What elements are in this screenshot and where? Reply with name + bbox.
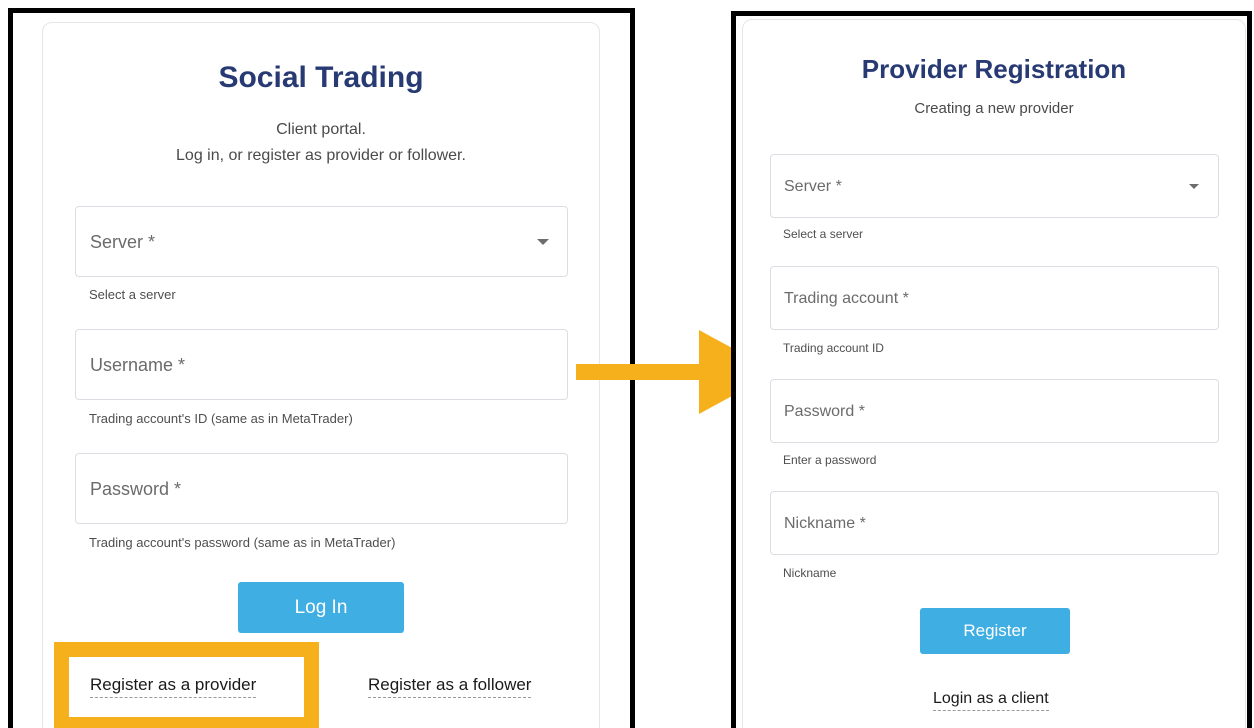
password-input[interactable]: Password * [75,453,568,524]
login-card: Social Trading Client portal. Log in, or… [42,22,600,728]
password-input-label: Password * [90,479,182,499]
subtitle-line-2: Log in, or register as provider or follo… [176,147,466,164]
registration-password-helper: Enter a password [783,453,877,467]
registration-card: Provider Registration Creating a new pro… [742,19,1246,728]
subtitle-line-1: Client portal. [276,121,366,138]
nickname-input[interactable]: Nickname * [770,491,1219,555]
server-select[interactable]: Server * [75,206,568,277]
registration-password-input[interactable]: Password * [770,379,1219,443]
server-select-label: Server * [90,232,156,252]
trading-account-input[interactable]: Trading account * [770,266,1219,330]
screenshot-stage: Social Trading Client portal. Log in, or… [0,0,1254,728]
registration-subtitle: Creating a new provider [914,100,1074,117]
register-follower-link[interactable]: Register as a follower [368,675,532,698]
login-button[interactable]: Log In [238,582,404,633]
registration-title: Provider Registration [861,54,1127,84]
highlight-box [54,642,319,728]
username-input[interactable]: Username * [75,329,568,400]
nickname-label: Nickname * [784,515,866,532]
nickname-helper: Nickname [783,566,837,580]
registration-server-helper: Select a server [783,227,864,241]
password-helper-text: Trading account's password (same as in M… [89,535,396,550]
register-button[interactable]: Register [920,608,1070,654]
registration-password-label: Password * [784,403,865,420]
server-helper-text: Select a server [89,287,176,302]
trading-account-helper: Trading account ID [783,341,884,355]
registration-server-select[interactable]: Server * [770,154,1219,218]
registration-server-label: Server * [784,178,842,195]
chevron-down-icon[interactable] [1189,184,1199,189]
username-helper-text: Trading account's ID (same as in MetaTra… [89,411,353,426]
chevron-down-icon[interactable] [537,239,549,245]
page-title: Social Trading [218,61,424,94]
username-input-label: Username * [90,355,186,375]
login-as-client-link[interactable]: Login as a client [933,690,1049,711]
trading-account-label: Trading account * [784,290,909,307]
